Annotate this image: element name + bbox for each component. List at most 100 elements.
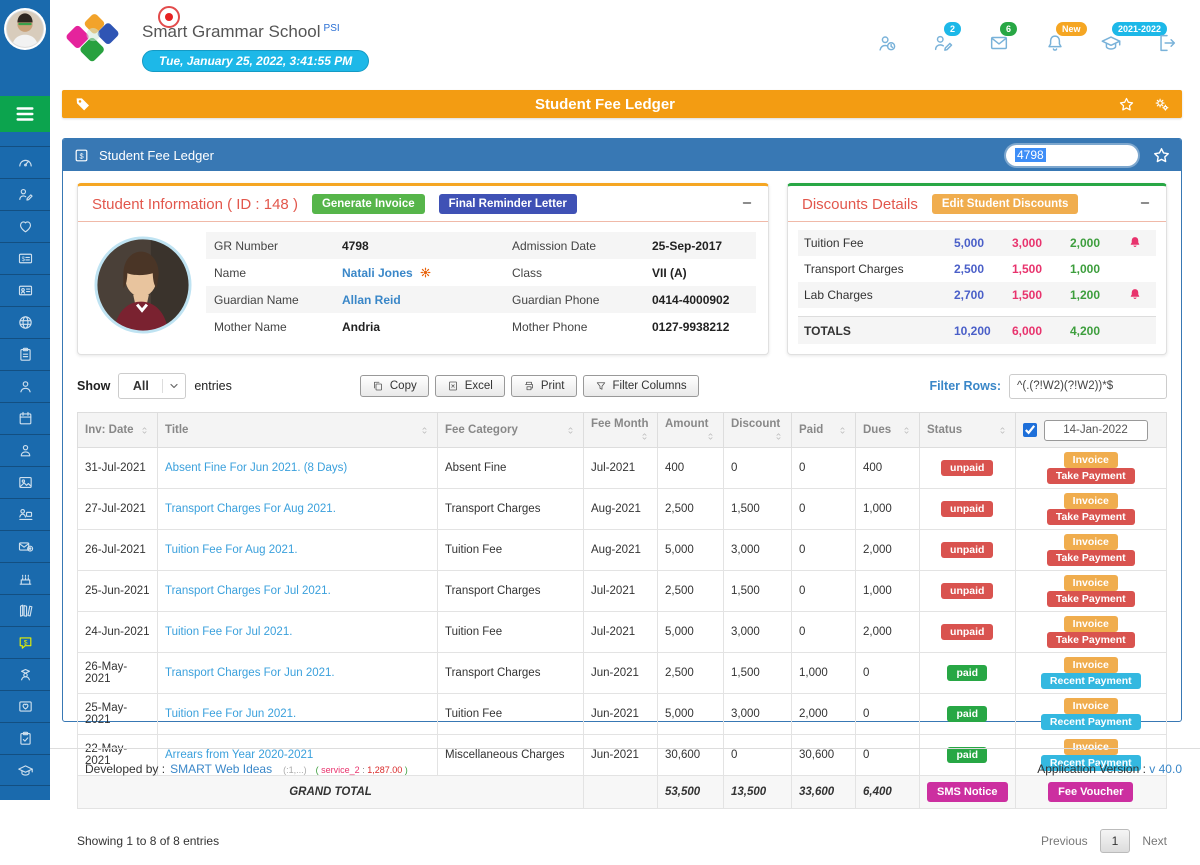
favorite-star-icon[interactable] xyxy=(1118,96,1135,113)
title-link[interactable]: Tuition Fee For Jul 2021. xyxy=(158,612,438,653)
footer-note-1: (:1,...) xyxy=(283,765,307,775)
sidebar-item-user-edit[interactable] xyxy=(0,178,50,210)
title-link[interactable]: Transport Charges For Aug 2021. xyxy=(158,489,438,530)
menu-toggle-button[interactable] xyxy=(0,96,50,132)
search-input[interactable]: 4798 xyxy=(1006,145,1138,166)
date-filter-checkbox[interactable] xyxy=(1023,423,1037,437)
invoice-button[interactable]: Invoice xyxy=(1064,452,1118,468)
sidebar-item-user-grad[interactable] xyxy=(0,658,50,690)
copy-button[interactable]: Copy xyxy=(360,375,429,397)
status-cell: unpaid xyxy=(920,448,1016,489)
entries-select[interactable]: All xyxy=(118,373,186,399)
page-number-button[interactable]: 1 xyxy=(1100,829,1131,853)
bell-button[interactable]: New xyxy=(1044,32,1066,59)
sidebar-item-cake[interactable] xyxy=(0,562,50,594)
column-header-status[interactable]: Status xyxy=(920,413,1016,448)
invoice-button[interactable]: Invoice xyxy=(1064,493,1118,509)
bell-cell[interactable] xyxy=(1128,235,1150,252)
collapse-discounts-card-icon[interactable] xyxy=(1138,196,1152,213)
invoice-button[interactable]: Invoice xyxy=(1064,575,1118,591)
vendor-link[interactable]: SMART Web Ideas xyxy=(170,762,272,776)
sidebar-item-user[interactable] xyxy=(0,370,50,402)
logout-button[interactable] xyxy=(1156,32,1178,59)
title-link[interactable]: Tuition Fee For Aug 2021. xyxy=(158,530,438,571)
take-payment-button[interactable]: Take Payment xyxy=(1047,632,1135,648)
app-version-value[interactable]: v 40.0 xyxy=(1149,762,1182,776)
sidebar-item-card-heart[interactable] xyxy=(0,690,50,722)
sidebar-item-clipboard[interactable] xyxy=(0,338,50,370)
filter-rows-input[interactable] xyxy=(1009,374,1167,399)
status-cell: unpaid xyxy=(920,571,1016,612)
sidebar-item-heart[interactable] xyxy=(0,210,50,242)
sidebar-item-books[interactable] xyxy=(0,594,50,626)
field-label: GR Number xyxy=(214,239,342,253)
take-payment-button[interactable]: Take Payment xyxy=(1047,509,1135,525)
sidebar: $$ xyxy=(0,0,50,800)
column-header-fee-month[interactable]: Fee Month xyxy=(584,413,658,448)
column-header-fee-category[interactable]: Fee Category xyxy=(438,413,584,448)
filter-columns-button[interactable]: Filter Columns xyxy=(583,375,699,397)
title-link[interactable]: Absent Fine For Jun 2021. (8 Days) xyxy=(158,448,438,489)
column-header-amount[interactable]: Amount xyxy=(658,413,724,448)
print-button[interactable]: Print xyxy=(511,375,577,397)
column-header-paid[interactable]: Paid xyxy=(792,413,856,448)
sidebar-item-clipboard-check[interactable] xyxy=(0,722,50,754)
school-suffix: PSI xyxy=(324,23,340,34)
recent-payment-button[interactable]: Recent Payment xyxy=(1041,714,1141,730)
invoice-button[interactable]: Invoice xyxy=(1064,657,1118,673)
title-link[interactable]: Tuition Fee For Jun 2021. xyxy=(158,694,438,735)
take-payment-button[interactable]: Take Payment xyxy=(1047,468,1135,484)
field-value[interactable]: Natali Jones xyxy=(342,266,512,280)
sidebar-item-grad-cap[interactable] xyxy=(0,754,50,786)
invoice-button[interactable]: Invoice xyxy=(1064,534,1118,550)
previous-page-button[interactable]: Previous xyxy=(1041,834,1088,848)
collapse-student-card-icon[interactable] xyxy=(740,196,754,213)
settings-gears-icon[interactable] xyxy=(1153,96,1170,113)
column-header-discount[interactable]: Discount xyxy=(724,413,792,448)
invoice-button[interactable]: Invoice xyxy=(1064,616,1118,632)
sidebar-item-id-card[interactable] xyxy=(0,274,50,306)
clipboard-check-icon xyxy=(17,730,34,747)
column-header-title[interactable]: Title xyxy=(158,413,438,448)
sidebar-item-user-tie[interactable] xyxy=(0,434,50,466)
field-value[interactable]: Allan Reid xyxy=(342,293,512,307)
invoice-button[interactable]: Invoice xyxy=(1064,698,1118,714)
user-edit-badge: 2 xyxy=(944,22,961,36)
take-payment-button[interactable]: Take Payment xyxy=(1047,550,1135,566)
recent-payment-button[interactable]: Recent Payment xyxy=(1041,673,1141,689)
envelope-button[interactable]: 6 xyxy=(988,32,1010,59)
user-avatar[interactable] xyxy=(0,0,50,48)
column-header-dues[interactable]: Dues xyxy=(856,413,920,448)
sidebar-item-money-card[interactable]: $ xyxy=(0,242,50,274)
dollar-chat-icon: $ xyxy=(17,634,34,651)
books-icon xyxy=(17,602,34,619)
title-link[interactable]: Transport Charges For Jul 2021. xyxy=(158,571,438,612)
grad-cap-button[interactable]: 2021-2022 xyxy=(1100,32,1122,59)
sidebar-item-globe[interactable] xyxy=(0,306,50,338)
sidebar-item-desk[interactable] xyxy=(0,498,50,530)
dues-cell: 2,000 xyxy=(856,530,920,571)
sidebar-item-dashboard[interactable] xyxy=(0,146,50,178)
user-edit-button[interactable]: 2 xyxy=(932,32,954,59)
take-payment-button[interactable]: Take Payment xyxy=(1047,591,1135,607)
title-link[interactable]: Transport Charges For Jun 2021. xyxy=(158,653,438,694)
generate-invoice-button[interactable]: Generate Invoice xyxy=(312,194,425,214)
next-page-button[interactable]: Next xyxy=(1142,834,1167,848)
excel-button[interactable]: Excel xyxy=(435,375,505,397)
paid-cell: 2,000 xyxy=(792,694,856,735)
edit-discounts-button[interactable]: Edit Student Discounts xyxy=(932,194,1079,214)
sidebar-item-mail-coin[interactable] xyxy=(0,530,50,562)
date-filter-input[interactable] xyxy=(1044,420,1148,441)
final-reminder-button[interactable]: Final Reminder Letter xyxy=(439,194,577,214)
sidebar-item-dollar-chat[interactable]: $ xyxy=(0,626,50,658)
bell-cell[interactable] xyxy=(1128,287,1150,304)
panel-star-icon[interactable] xyxy=(1152,146,1171,165)
amount-cell: 400 xyxy=(658,448,724,489)
sidebar-item-calendar[interactable] xyxy=(0,402,50,434)
fee-category-cell: Tuition Fee xyxy=(438,530,584,571)
avatar-image xyxy=(6,10,44,48)
field-value: Andria xyxy=(342,320,512,334)
column-header-inv-date[interactable]: Inv: Date xyxy=(78,413,158,448)
sidebar-item-image[interactable] xyxy=(0,466,50,498)
user-clock-button[interactable] xyxy=(876,32,898,59)
